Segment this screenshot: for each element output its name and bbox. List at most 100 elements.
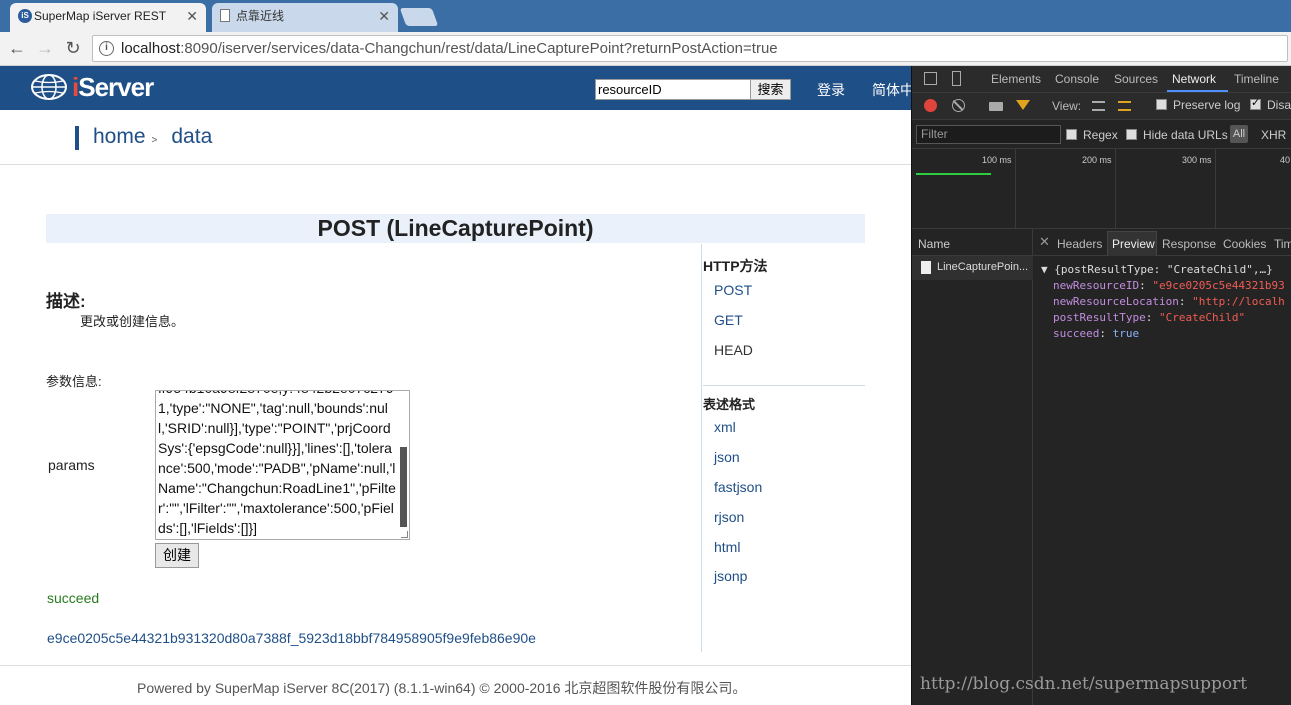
json-value: "e9ce0205c5e44321b93 — [1152, 279, 1285, 292]
method-get-link[interactable]: GET — [714, 312, 743, 328]
tab-timeline[interactable]: Timeline — [1234, 72, 1279, 86]
tab-elements[interactable]: Elements — [991, 72, 1041, 86]
tab-title: SuperMap iServer REST — [34, 9, 167, 23]
tab-headers[interactable]: Headers — [1057, 237, 1102, 251]
search-input[interactable]: resourceID — [595, 79, 751, 100]
timeline-tick-label: 200 ms — [1082, 155, 1112, 165]
json-row: succeed: true — [1053, 327, 1140, 340]
browser-toolbar: ← → ↻ i localhost:8090/iserver/services/… — [0, 32, 1291, 66]
view-label: View: — [1052, 99, 1082, 113]
format-xml-link[interactable]: xml — [714, 419, 736, 435]
timeline-gridline — [1215, 149, 1216, 229]
params-textarea[interactable]: ff954b10a98f2870e,y:4842b2e07c2791,'type… — [155, 390, 410, 540]
close-icon[interactable]: ✕ — [1039, 234, 1050, 250]
json-value: "http://localh — [1192, 295, 1285, 308]
json-summary-row[interactable]: ▼ {postResultType: "CreateChild",…} — [1041, 262, 1273, 278]
request-name: LineCapturePoin... — [937, 261, 1029, 273]
json-value: true — [1112, 327, 1140, 340]
disable-cache-checkbox[interactable] — [1250, 96, 1261, 110]
address-bar[interactable]: i localhost:8090/iserver/services/data-C… — [92, 35, 1288, 62]
json-key: postResultType — [1053, 311, 1146, 324]
tab-cookies[interactable]: Cookies — [1223, 237, 1266, 251]
preserve-log-label: Preserve log — [1173, 98, 1241, 112]
active-tab-indicator — [1167, 90, 1228, 92]
new-tab-button[interactable] — [399, 8, 439, 26]
browser-tab-supermap[interactable]: iS SuperMap iServer REST ✕ — [10, 3, 206, 32]
result-resource-link[interactable]: e9ce0205c5e44321b931320d80a7388f_5923d18… — [47, 630, 536, 646]
request-row[interactable]: LineCapturePoin... — [912, 256, 1033, 280]
forward-arrow-icon[interactable]: → — [34, 38, 56, 60]
tab-timing[interactable]: Tim — [1274, 237, 1291, 251]
site-header: iServer resourceID 搜索 登录 简体中 — [0, 66, 911, 110]
record-icon[interactable] — [924, 99, 937, 112]
network-filter-bar: Filter Regex Hide data URLs All XHR — [912, 120, 1291, 149]
footer-text: Powered by SuperMap iServer 8C(2017) (8.… — [137, 680, 747, 696]
filter-input[interactable]: Filter — [916, 125, 1061, 144]
search-button[interactable]: 搜索 — [750, 79, 791, 100]
browser-tab-point-near-line[interactable]: 点靠近线 ✕ — [212, 3, 398, 32]
regex-label: Regex — [1083, 128, 1118, 142]
tab-console[interactable]: Console — [1055, 72, 1099, 86]
url-host: localhost — [121, 40, 181, 57]
formats-heading: 表述格式 — [703, 397, 756, 412]
json-row: newResourceID: "e9ce0205c5e44321b93 — [1053, 279, 1285, 292]
filter-icon[interactable] — [1016, 100, 1030, 110]
tab-network[interactable]: Network — [1172, 72, 1216, 86]
timeline-tick-label: 300 ms — [1182, 155, 1212, 165]
hide-data-urls-checkbox[interactable] — [1126, 129, 1137, 140]
url-path: :8090/iserver/services/data-Changchun/re… — [180, 40, 778, 57]
divider — [0, 164, 911, 165]
list-view-icon[interactable] — [1092, 101, 1105, 111]
login-link[interactable]: 登录 — [817, 80, 845, 100]
language-link[interactable]: 简体中 — [872, 80, 911, 100]
http-methods-heading: HTTP方法 — [703, 258, 768, 274]
divider — [0, 665, 911, 666]
browser-tab-bar: iS SuperMap iServer REST ✕ 点靠近线 ✕ — [0, 0, 1291, 32]
iserver-logo[interactable]: iServer — [72, 72, 154, 103]
resize-grip-icon[interactable] — [401, 531, 408, 538]
waterfall-view-icon[interactable] — [1118, 101, 1131, 111]
format-json-link[interactable]: json — [714, 449, 740, 465]
filter-xhr-button[interactable]: XHR — [1261, 128, 1286, 142]
filter-all-button[interactable]: All — [1230, 125, 1248, 143]
watermark: http://blog.csdn.net/supermapsupport — [920, 674, 1248, 694]
breadcrumb-data[interactable]: data — [171, 125, 212, 148]
breadcrumb: home > data — [75, 126, 212, 150]
inspect-icon[interactable] — [924, 72, 937, 85]
back-arrow-icon[interactable]: ← — [6, 38, 28, 60]
info-icon[interactable]: i — [99, 41, 114, 56]
textarea-scrollbar[interactable] — [400, 447, 407, 527]
breadcrumb-home[interactable]: home — [93, 125, 146, 148]
clear-icon[interactable] — [952, 99, 965, 112]
devtools-tab-bar: Elements Console Sources Network Timelin… — [912, 66, 1291, 93]
camera-icon[interactable] — [989, 102, 1003, 111]
globe-logo-icon — [31, 74, 67, 100]
regex-checkbox[interactable] — [1066, 129, 1077, 140]
tab-preview[interactable]: Preview — [1112, 237, 1155, 251]
name-column-header[interactable]: Name — [918, 237, 950, 251]
file-icon — [921, 261, 931, 274]
format-html-link[interactable]: html — [714, 539, 740, 555]
json-value: "CreateChild" — [1158, 311, 1246, 324]
format-jsonp-link[interactable]: jsonp — [714, 568, 747, 584]
close-icon[interactable]: ✕ — [186, 3, 198, 29]
json-row: postResultType: "CreateChild" — [1053, 311, 1246, 324]
request-timing-bar — [916, 173, 991, 175]
reload-icon[interactable]: ↻ — [62, 38, 84, 60]
format-fastjson-link[interactable]: fastjson — [714, 479, 762, 495]
tab-sources[interactable]: Sources — [1114, 72, 1158, 86]
tab-response[interactable]: Response — [1162, 237, 1216, 251]
hide-data-urls-label: Hide data URLs — [1143, 128, 1228, 142]
expand-triangle-icon[interactable]: ▼ — [1041, 263, 1048, 276]
method-post-link[interactable]: POST — [714, 282, 752, 298]
preserve-log-checkbox[interactable] — [1156, 99, 1167, 110]
json-key: succeed — [1053, 327, 1100, 340]
json-key: newResourceLocation — [1053, 295, 1179, 308]
result-status: succeed — [47, 590, 100, 606]
close-icon[interactable]: ✕ — [378, 3, 390, 29]
params-value: ff954b10a98f2870e,y:4842b2e07c2791,'type… — [158, 391, 396, 536]
device-mode-icon[interactable] — [952, 71, 961, 86]
format-rjson-link[interactable]: rjson — [714, 509, 744, 525]
json-preview: ▼ {postResultType: "CreateChild",…} newR… — [1033, 256, 1291, 705]
create-button[interactable]: 创建 — [155, 543, 199, 568]
